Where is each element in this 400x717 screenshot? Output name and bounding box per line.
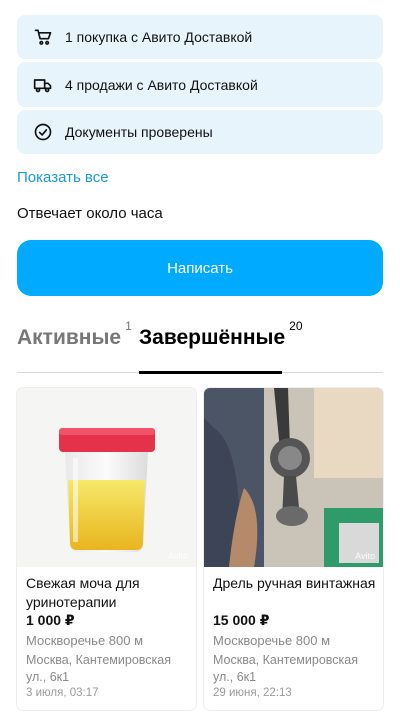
listing-photo: Avito (17, 388, 196, 567)
badge-documents: Документы проверены (17, 110, 383, 154)
cart-icon (33, 27, 53, 47)
listing-tabs: Активные 1 Завершённые 20 (17, 319, 383, 375)
listing-date: 29 июня, 22:13 (213, 687, 292, 699)
tab-active-count: 1 (125, 319, 132, 333)
response-time: Отвечает около часа (17, 205, 163, 222)
truck-icon (33, 75, 53, 95)
tab-selected-indicator (139, 371, 282, 374)
tab-completed-count: 20 (289, 319, 303, 333)
listing-metro: Москворечье 800 м (213, 633, 331, 648)
badge-sales: 4 продажи с Авито Доставкой (17, 62, 383, 107)
tab-completed[interactable]: Завершённые 20 (139, 319, 303, 350)
listing-address: Москва, Кантемировская ул., 6к1 (213, 653, 358, 684)
badge-sales-text: 4 продажи с Авито Доставкой (65, 76, 258, 93)
avito-watermark: Avito (168, 551, 188, 561)
listing-price: 15 000 ₽ (213, 612, 270, 628)
check-circle-icon (33, 122, 53, 142)
listing-address: Москва, Кантемировская ул., 6к1 (26, 653, 171, 684)
write-button[interactable]: Написать (17, 240, 383, 296)
listing-price: 1 000 ₽ (26, 612, 75, 628)
listing-title: Дрель ручная винтажная (213, 575, 376, 591)
listing-title: Свежая моча для уринотерапии (26, 575, 140, 610)
badge-documents-text: Документы проверены (65, 124, 213, 140)
tab-completed-label: Завершённые (139, 326, 286, 349)
listing-card[interactable]: Avito Дрель ручная винтажная 15 000 ₽ Мо… (204, 388, 383, 710)
badge-purchase-text: 1 покупка с Авито Доставкой (65, 29, 253, 45)
badge-purchase: 1 покупка с Авито Доставкой (17, 15, 383, 59)
listing-card[interactable]: Avito Свежая моча для уринотерапии 1 000… (17, 388, 196, 710)
listing-date: 3 июля, 03:17 (26, 687, 99, 699)
listing-photo: Avito (204, 388, 383, 567)
tab-active[interactable]: Активные 1 (17, 319, 132, 350)
tab-active-label: Активные (17, 326, 122, 349)
show-all-link[interactable]: Показать все (17, 169, 109, 186)
avito-watermark: Avito (355, 551, 375, 561)
listing-metro: Москворечье 800 м (26, 633, 144, 648)
